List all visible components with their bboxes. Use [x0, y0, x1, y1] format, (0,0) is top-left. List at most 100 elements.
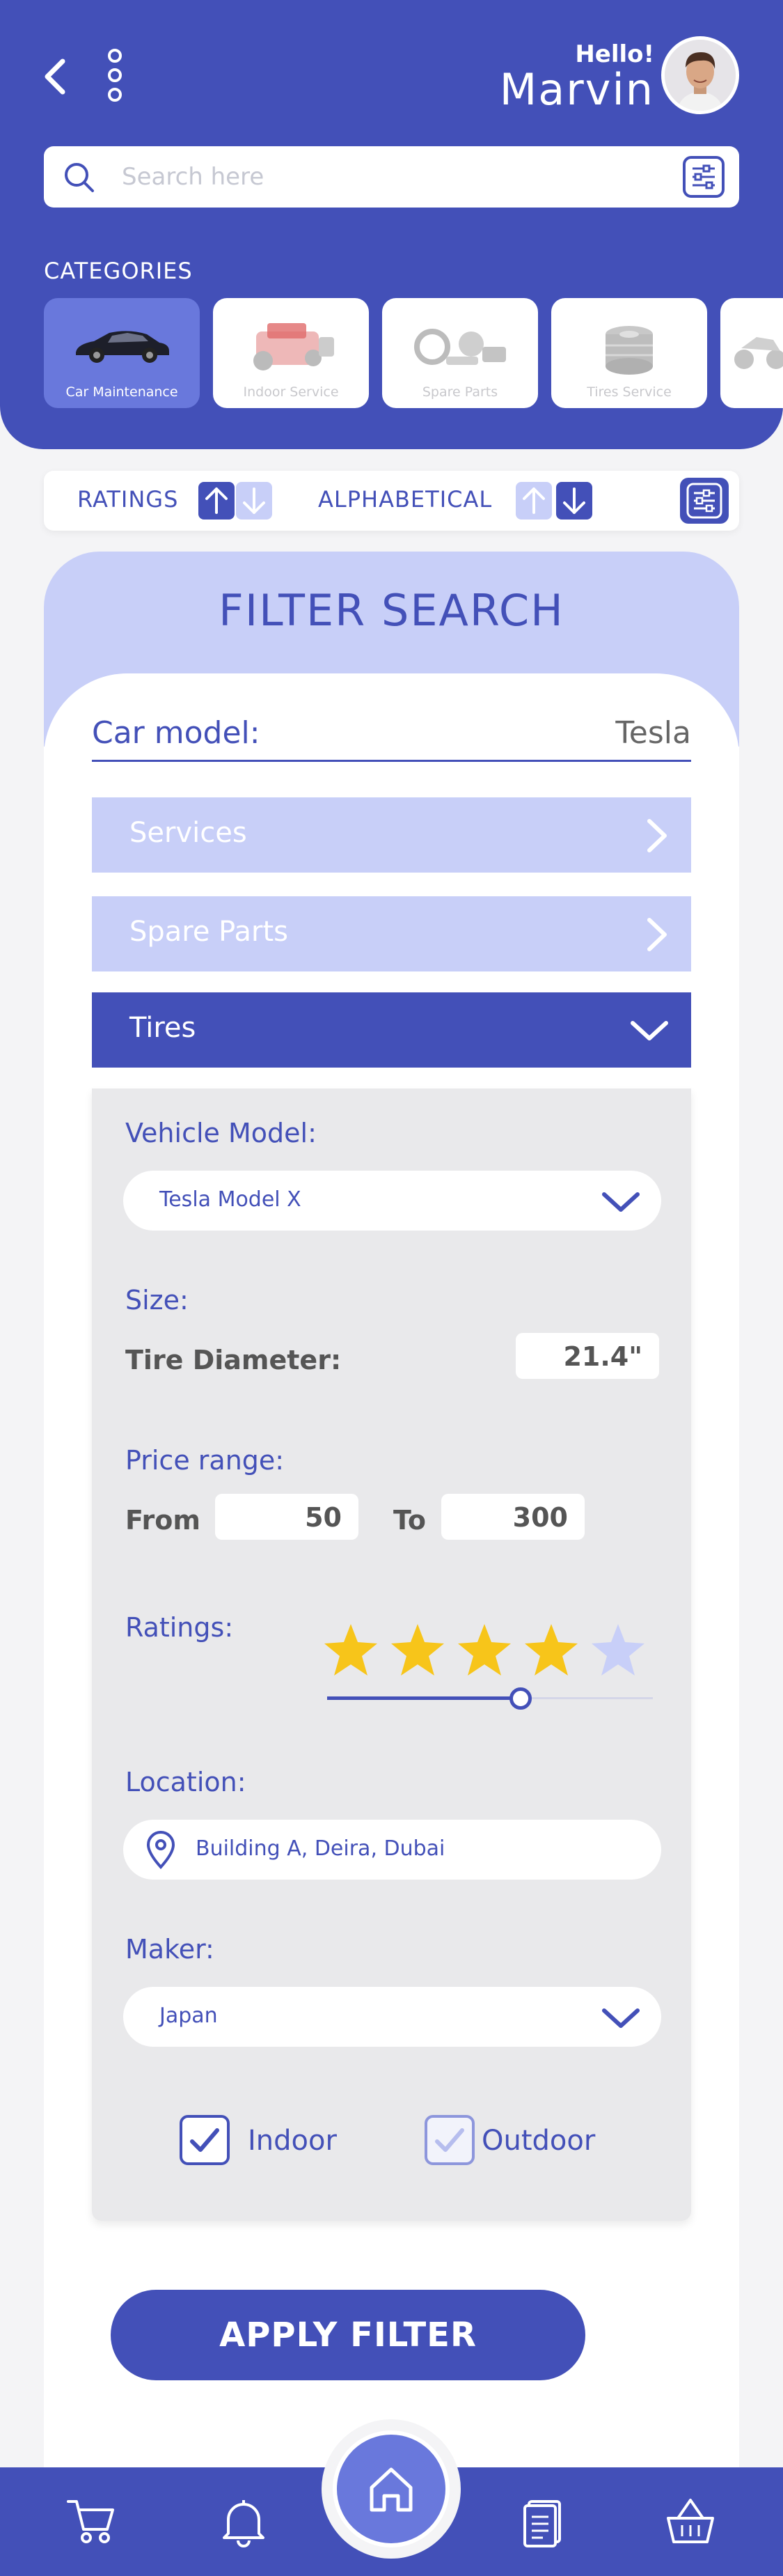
outdoor-label: Outdoor: [482, 2125, 596, 2157]
price-to-label: To: [393, 1505, 426, 1536]
car-model-value[interactable]: Tesla: [615, 715, 691, 751]
star-empty-icon[interactable]: [589, 1621, 647, 1680]
star-icon[interactable]: [455, 1621, 514, 1680]
search-icon: [65, 163, 94, 192]
sort-ratings-label: RATINGS: [77, 486, 179, 513]
sort-bar: RATINGS ALPHABETICAL: [44, 471, 739, 531]
accordion-spare-parts[interactable]: Spare Parts: [92, 896, 691, 971]
arrow-up-icon: [523, 487, 545, 514]
price-from-input[interactable]: 50: [215, 1494, 358, 1540]
arrow-down-icon: [563, 487, 585, 514]
filter-title: FILTER SEARCH: [219, 585, 564, 636]
atv-icon: [734, 337, 783, 369]
price-from-label: From: [125, 1505, 200, 1536]
rating-slider-fill: [327, 1696, 521, 1700]
vehicle-model-select[interactable]: Tesla Model X: [123, 1171, 661, 1231]
document-icon[interactable]: [516, 2493, 572, 2549]
vehicle-model-value: Tesla Model X: [159, 1187, 301, 1212]
checkmark-icon: [435, 2128, 464, 2152]
star-icon[interactable]: [388, 1621, 447, 1680]
rating-slider[interactable]: [327, 1687, 653, 1710]
search-bar: [44, 146, 739, 208]
arrow-up-icon: [205, 487, 228, 514]
category-label: Spare Parts: [422, 384, 498, 400]
maker-select[interactable]: Japan: [123, 1987, 661, 2047]
sort-alphabetical-label: ALPHABETICAL: [318, 486, 493, 513]
alphabetical-sort-descending[interactable]: [556, 482, 592, 520]
avatar-photo: [665, 40, 736, 111]
accordion-label: Spare Parts: [129, 916, 288, 948]
size-label: Size:: [125, 1285, 189, 1316]
basket-icon[interactable]: [663, 2493, 718, 2549]
ratings-sort-ascending[interactable]: [198, 482, 235, 520]
category-tires-service[interactable]: Tires Service: [551, 298, 707, 408]
price-to-input[interactable]: 300: [441, 1494, 585, 1540]
indoor-checkbox[interactable]: [180, 2115, 230, 2165]
alphabetical-sort-ascending[interactable]: [516, 482, 552, 520]
apply-filter-button[interactable]: APPLY FILTER: [111, 2290, 585, 2380]
parts-icon: [414, 329, 506, 365]
tires-section: Vehicle Model: Tesla Model X Size: Tire …: [92, 1088, 691, 2221]
ratings-sort-descending[interactable]: [236, 482, 272, 520]
tire-icon: [606, 326, 653, 375]
accordion-label: Tires: [129, 1012, 196, 1044]
category-label: M: [720, 384, 783, 400]
ratings-label: Ratings:: [125, 1612, 234, 1643]
chevron-down-icon: [602, 1192, 640, 1212]
category-indoor-service[interactable]: Indoor Service: [213, 298, 369, 408]
advanced-filter-button[interactable]: [680, 478, 729, 524]
header: Hello! Marvin CATEGORIE: [0, 0, 783, 449]
chevron-left-icon: [45, 58, 65, 95]
price-range-label: Price range:: [125, 1445, 285, 1476]
more-menu-button[interactable]: [104, 47, 125, 103]
cart-icon[interactable]: [64, 2493, 120, 2549]
location-value: Building A, Deira, Dubai: [196, 1836, 445, 1861]
category-car-maintenance[interactable]: Car Maintenance: [44, 298, 200, 408]
location-input[interactable]: Building A, Deira, Dubai: [123, 1820, 661, 1880]
accordion-services[interactable]: Services: [92, 797, 691, 873]
home-button[interactable]: [333, 2430, 450, 2547]
engine-icon: [253, 323, 334, 370]
maker-label: Maker:: [125, 1934, 214, 1965]
category-label: Car Maintenance: [65, 384, 178, 400]
avatar[interactable]: [661, 36, 739, 114]
checkmark-icon: [190, 2128, 219, 2152]
car-model-underline: [92, 760, 691, 762]
rating-slider-thumb[interactable]: [509, 1687, 532, 1710]
user-name: Marvin: [499, 64, 654, 115]
tire-diameter-label: Tire Diameter:: [125, 1345, 342, 1375]
chevron-down-icon: [602, 2008, 640, 2028]
star-icon[interactable]: [322, 1621, 380, 1680]
home-icon: [370, 2467, 413, 2512]
outdoor-checkbox[interactable]: [425, 2115, 475, 2165]
car-icon: [76, 331, 169, 363]
bell-icon[interactable]: [216, 2493, 271, 2549]
maker-value: Japan: [159, 2004, 218, 2028]
filter-panel: FILTER SEARCH Car model: Tesla Services …: [44, 552, 739, 2508]
arrow-down-icon: [243, 487, 265, 514]
back-button[interactable]: [40, 57, 68, 96]
vehicle-model-label: Vehicle Model:: [125, 1118, 317, 1148]
category-label: Indoor Service: [243, 384, 339, 400]
chevron-right-icon: [647, 918, 667, 951]
tire-diameter-input[interactable]: 21.4": [516, 1333, 659, 1379]
search-input[interactable]: [122, 155, 651, 199]
chevron-down-icon: [631, 1021, 668, 1040]
chevron-right-icon: [647, 819, 667, 852]
car-model-label: Car model:: [92, 715, 260, 751]
sliders-icon: [693, 164, 715, 189]
category-spare-parts[interactable]: Spare Parts: [382, 298, 538, 408]
kebab-icon: [108, 49, 122, 102]
location-label: Location:: [125, 1767, 246, 1797]
categories-list: Car Maintenance Indoor Service Spare Par…: [44, 298, 783, 409]
indoor-label: Indoor: [248, 2125, 337, 2157]
search-filter-button[interactable]: [683, 156, 725, 198]
star-icon[interactable]: [522, 1621, 580, 1680]
category-partial[interactable]: M: [720, 298, 783, 408]
categories-title: CATEGORIES: [44, 258, 193, 284]
accordion-label: Services: [129, 817, 247, 849]
location-pin-icon: [146, 1831, 175, 1869]
category-label: Tires Service: [587, 384, 672, 400]
accordion-tires[interactable]: Tires: [92, 992, 691, 1068]
sliders-icon: [686, 483, 722, 519]
